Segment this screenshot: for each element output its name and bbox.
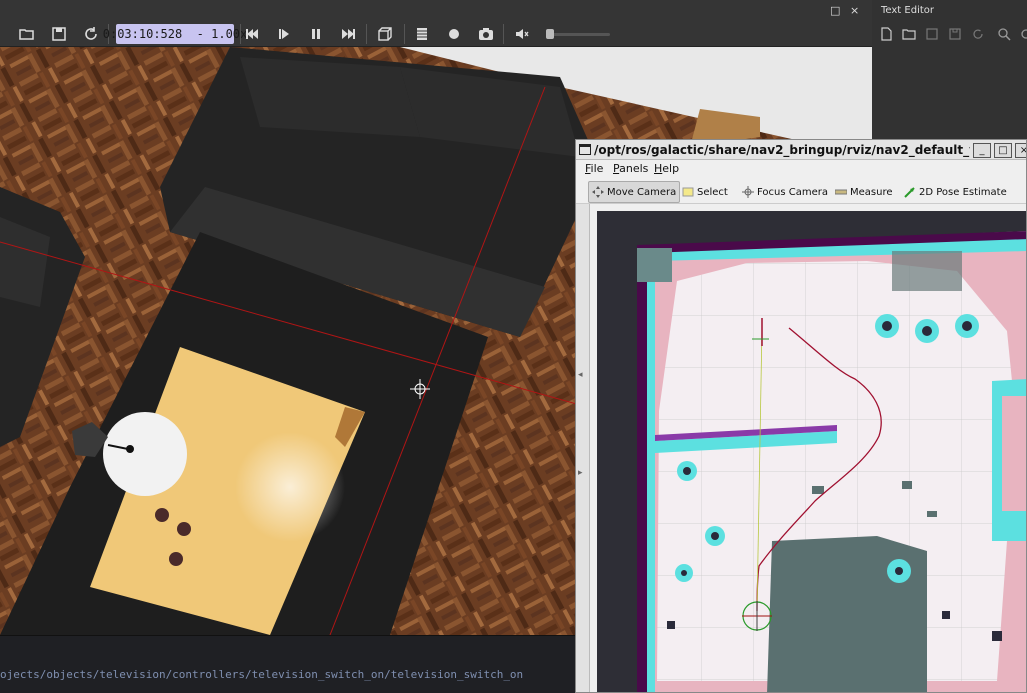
volume-slider[interactable] xyxy=(548,33,610,36)
expand-right-icon[interactable]: ▸ xyxy=(578,468,583,478)
console-panel: ojects/objects/television/controllers/te… xyxy=(0,635,575,693)
save-icon[interactable] xyxy=(925,26,941,42)
object-view-icon[interactable] xyxy=(373,22,397,46)
minimize-button[interactable]: _ xyxy=(973,143,991,158)
tool-select[interactable]: Select xyxy=(679,181,731,203)
maximize-button[interactable]: □ xyxy=(830,4,840,17)
fast-forward-icon[interactable] xyxy=(336,22,360,46)
menu-file[interactable]: File xyxy=(585,162,603,175)
gazebo-toolbar: 0:03:10:528 - 1.00x □ × xyxy=(0,0,872,47)
window-icon xyxy=(579,144,591,155)
save-icon[interactable] xyxy=(47,22,71,46)
record-icon[interactable] xyxy=(442,22,466,46)
render-mode-icon[interactable] xyxy=(410,22,434,46)
measure-icon xyxy=(835,189,847,195)
table-light-glow xyxy=(235,432,345,542)
close-button[interactable]: × xyxy=(1015,143,1026,158)
focus-camera-icon xyxy=(742,186,754,198)
search-icon[interactable] xyxy=(997,26,1013,42)
tool-measure[interactable]: Measure xyxy=(832,181,896,203)
save-as-icon[interactable] xyxy=(948,26,964,42)
rviz-titlebar[interactable]: /opt/ros/galactic/share/nav2_bringup/rvi… xyxy=(576,140,1026,160)
console-line: ojects/objects/television/controllers/te… xyxy=(0,668,524,681)
reload-icon[interactable] xyxy=(79,22,103,46)
rviz-window-title: /opt/ros/galactic/share/nav2_bringup/rvi… xyxy=(594,143,970,157)
open-file-icon[interactable] xyxy=(902,26,918,42)
reload-icon[interactable] xyxy=(971,26,987,42)
menu-panels[interactable]: Panels xyxy=(613,162,648,175)
select-icon xyxy=(682,187,694,197)
rviz-side-dock[interactable]: ◂ ▸ xyxy=(576,204,590,692)
maximize-button[interactable]: □ xyxy=(994,143,1012,158)
desktop: 0:03:10:528 - 1.00x □ × Text Editor ojec… xyxy=(0,0,1027,693)
rviz-3d-view[interactable] xyxy=(597,211,1026,692)
tool-2d-pose-estimate[interactable]: 2D Pose Estimate xyxy=(901,181,1010,203)
new-file-icon[interactable] xyxy=(879,26,895,42)
move-camera-icon xyxy=(592,186,604,198)
close-button[interactable]: × xyxy=(850,4,859,17)
rviz-menubar: File Panels Help xyxy=(576,160,1026,178)
rviz-window: /opt/ros/galactic/share/nav2_bringup/rvi… xyxy=(575,139,1027,693)
pause-icon[interactable] xyxy=(304,22,328,46)
collapse-left-icon[interactable]: ◂ xyxy=(578,370,583,380)
pose-estimate-icon xyxy=(904,187,915,198)
text-editor-panel: Text Editor xyxy=(872,0,1027,140)
search-prev-icon[interactable] xyxy=(1019,26,1027,42)
screenshot-icon[interactable] xyxy=(474,22,498,46)
toolbar-separator xyxy=(366,24,367,44)
menu-help[interactable]: Help xyxy=(654,162,679,175)
costmap xyxy=(637,231,1026,692)
open-icon[interactable] xyxy=(15,22,39,46)
tool-move-camera[interactable]: Move Camera xyxy=(588,181,681,203)
simulation-time: 0:03:10:528 - 1.00x xyxy=(103,24,247,44)
volume-icon[interactable] xyxy=(510,22,534,46)
toolbar-separator xyxy=(404,24,405,44)
step-icon[interactable] xyxy=(272,22,296,46)
tool-focus-camera[interactable]: Focus Camera xyxy=(739,181,831,203)
volume-slider-handle[interactable] xyxy=(546,29,554,39)
rviz-toolbar: Move Camera Select Focus Camera Measure … xyxy=(576,178,1026,204)
step-back-icon[interactable] xyxy=(240,22,264,46)
text-editor-title: Text Editor xyxy=(881,5,934,16)
toolbar-separator xyxy=(503,24,504,44)
